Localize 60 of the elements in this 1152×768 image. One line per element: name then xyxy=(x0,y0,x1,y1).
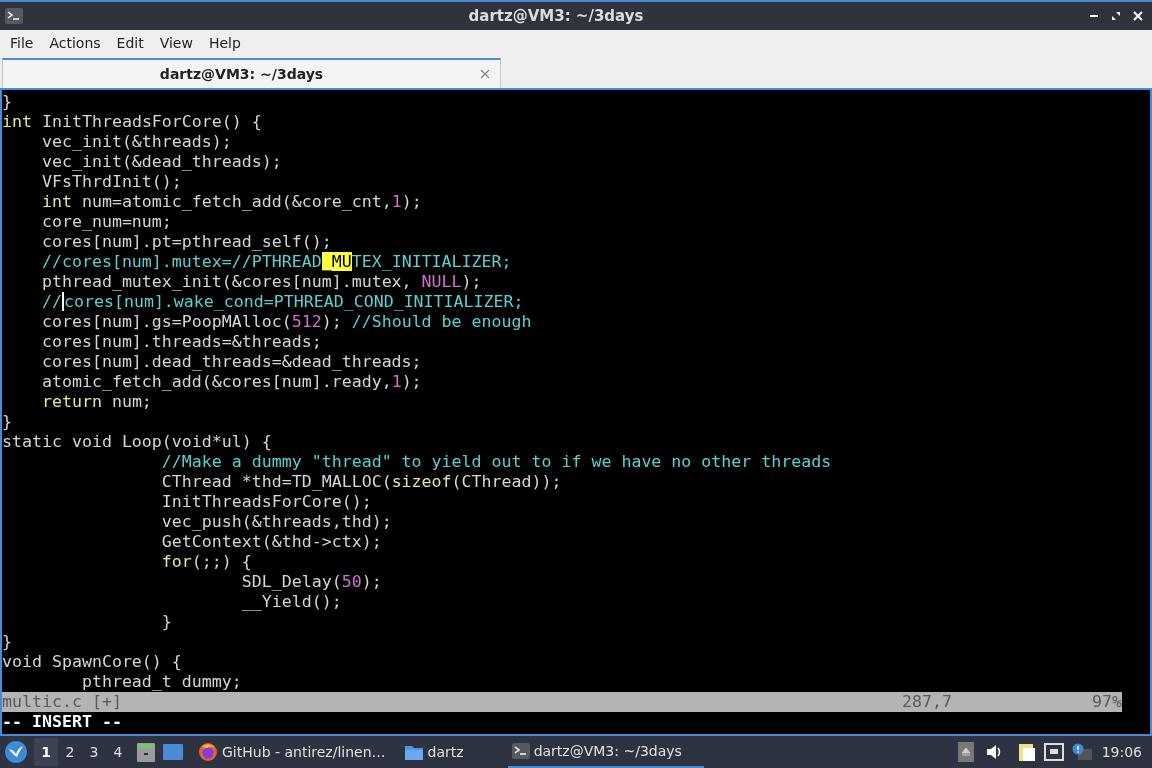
network-icon[interactable] xyxy=(1043,743,1064,761)
workspace-button[interactable]: 4 xyxy=(106,738,130,766)
code-line: SDL_Delay(50); xyxy=(240,572,382,592)
workspace-button[interactable]: 1 xyxy=(34,738,58,766)
code-line: cores[num].threads=&threads; xyxy=(40,332,322,352)
code-line: } xyxy=(2,632,12,652)
notification-icon[interactable] xyxy=(1071,743,1092,761)
tab[interactable]: dartz@VM3: ~/3days xyxy=(2,58,501,88)
code-line: static void Loop(void*ul) { xyxy=(2,432,272,452)
menu-item[interactable]: File xyxy=(2,32,42,54)
code-line: for(;;) { xyxy=(160,552,252,572)
file-name: multic.c [+] xyxy=(2,692,123,712)
eject-icon[interactable] xyxy=(957,742,974,762)
clock: 19:06 xyxy=(1101,742,1143,762)
code-line: pthread_mutex_init(&cores[num].mutex, NULL); xyxy=(40,272,482,292)
task-button[interactable]: dartz@VM3: ~/3days xyxy=(507,736,704,768)
code-line: vec_init(&threads); xyxy=(40,132,232,152)
code-line: cores[num].dead_threads=&dead_threads; xyxy=(40,352,422,372)
cursor-position: 287,7 xyxy=(902,692,953,712)
task-button[interactable]: dartz xyxy=(399,736,468,768)
code-line: core_num=num; xyxy=(40,212,172,232)
code-line: InitThreadsForCore(); xyxy=(160,492,372,512)
code-line: cores[num].gs=PoopMAlloc(512); //Should be enough xyxy=(40,312,532,332)
file-cabinet-icon[interactable] xyxy=(136,741,156,763)
code-line: void SpawnCore() { xyxy=(2,652,182,672)
workspace-button[interactable]: 3 xyxy=(82,738,106,766)
workspace-button[interactable]: 2 xyxy=(58,738,82,766)
code-line: return num; xyxy=(40,392,152,412)
terminal-icon xyxy=(5,8,23,24)
globe-icon xyxy=(198,742,218,762)
menu-item[interactable]: View xyxy=(151,32,201,54)
code-line: //cores[num].wake_cond=PTHREAD_COND_INITIALIZER; xyxy=(40,292,524,312)
code-line: vec_init(&dead_threads); xyxy=(40,152,282,172)
task-button[interactable]: GitHub - antirez/linen… xyxy=(194,736,390,768)
code-line: pthread_t dummy; xyxy=(80,672,242,692)
menu-item[interactable]: Edit xyxy=(108,32,152,54)
code-line: CThread *thd=TD_MALLOC(sizeof(CThread)); xyxy=(160,472,562,492)
code-line: } xyxy=(2,92,12,112)
code-line: int InitThreadsForCore() { xyxy=(2,112,262,132)
menu-item[interactable]: Actions xyxy=(41,32,109,54)
maximize-icon[interactable] xyxy=(1111,11,1121,21)
clipboard-icon[interactable] xyxy=(1017,742,1036,762)
code-line: //cores[num].mutex=//PTHREAD_MUTEX_INITIALIZER; xyxy=(40,252,512,272)
code-line: __Yield(); xyxy=(240,592,342,612)
mode-indicator: -- INSERT -- xyxy=(2,712,122,732)
menu-item[interactable]: Help xyxy=(200,32,249,54)
code-line: GetContext(&thd->ctx); xyxy=(160,532,382,552)
code-line: } xyxy=(160,612,172,632)
window-icon[interactable] xyxy=(162,743,184,761)
scroll-percent: 97% xyxy=(1091,692,1122,712)
code-line: atomic_fetch_add(&cores[num].ready,1); xyxy=(40,372,422,392)
code-line: } xyxy=(2,412,12,432)
code-line: //Make a dummy "thread" to yield out to if we have no other threads xyxy=(160,452,832,472)
terminal-icon xyxy=(511,743,530,759)
code-line: cores[num].pt=pthread_self(); xyxy=(40,232,332,252)
code-line: VFsThrdInit(); xyxy=(40,172,182,192)
window-title: dartz@VM3: ~/3days xyxy=(468,5,644,27)
folder-icon xyxy=(403,743,424,761)
code-line: vec_push(&threads,thd); xyxy=(160,512,392,532)
code-line: int num=atomic_fetch_add(&core_cnt,1); xyxy=(40,192,422,212)
